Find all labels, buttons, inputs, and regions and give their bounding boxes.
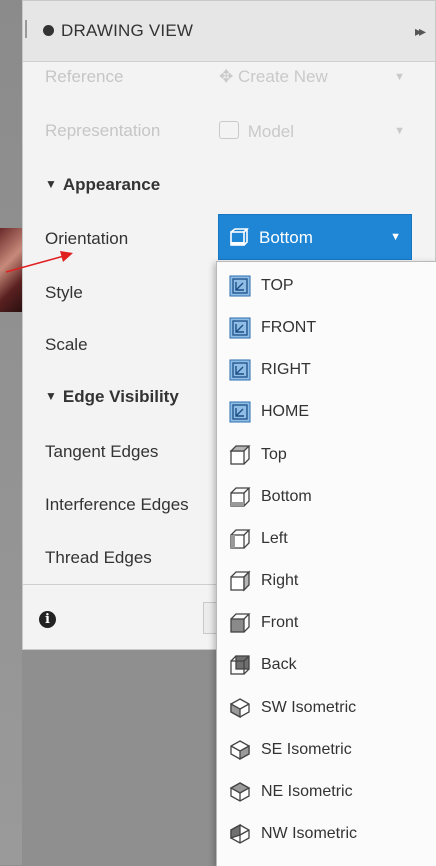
background-thumbnail bbox=[0, 228, 22, 312]
reference-label: Reference bbox=[45, 67, 124, 86]
menu-item-right[interactable]: Right bbox=[217, 561, 436, 601]
menu-item-label: SW Isometric bbox=[261, 699, 357, 716]
named-view-icon bbox=[229, 401, 251, 423]
isometric-icon bbox=[230, 823, 250, 844]
reference-dropdown-caret-icon: ▼ bbox=[394, 71, 405, 83]
isometric-icon bbox=[229, 782, 251, 802]
orientation-dropdown[interactable]: Bottom ▼ bbox=[218, 214, 412, 260]
representation-label: Representation bbox=[45, 121, 161, 140]
menu-item-label: NE Isometric bbox=[261, 783, 353, 800]
menu-item-top-named[interactable]: TOP bbox=[217, 266, 436, 306]
menu-item-right-named[interactable]: RIGHT bbox=[217, 350, 436, 390]
tangent-edges-label: Tangent Edges bbox=[45, 442, 159, 461]
interference-edges-label: Interference Edges bbox=[45, 495, 189, 514]
edge-visibility-section-label: Edge Visibility bbox=[62, 387, 179, 406]
menu-item-home-named[interactable]: HOME bbox=[217, 392, 436, 432]
menu-item-label: HOME bbox=[261, 403, 309, 420]
menu-item-se-isometric[interactable]: SE Isometric bbox=[217, 730, 436, 770]
panel-status-dot-icon bbox=[43, 25, 54, 36]
orientation-label: Orientation bbox=[45, 229, 129, 248]
appearance-section-label: Appearance bbox=[62, 175, 161, 194]
representation-dropdown-caret-icon: ▼ bbox=[394, 125, 405, 137]
menu-item-top[interactable]: Top bbox=[217, 435, 436, 475]
menu-item-label: Back bbox=[261, 656, 297, 673]
representation-model-control: Model bbox=[219, 121, 294, 142]
style-label: Style bbox=[45, 283, 83, 302]
orientation-value: Bottom bbox=[259, 228, 313, 247]
collapse-triangle-icon: ▼ bbox=[45, 177, 57, 191]
menu-item-label: Front bbox=[261, 614, 299, 631]
named-view-icon bbox=[229, 275, 251, 297]
thread-edges-label: Thread Edges bbox=[45, 548, 152, 567]
menu-item-label: SE Isometric bbox=[261, 741, 352, 758]
edge-visibility-section-header[interactable]: ▼ Edge Visibility bbox=[45, 387, 179, 407]
orientation-dropdown-caret-icon: ▼ bbox=[390, 231, 401, 243]
cube-top-icon bbox=[229, 445, 251, 465]
collapse-triangle-icon: ▼ bbox=[45, 389, 57, 403]
expand-panel-icon[interactable]: ▸▸ bbox=[415, 23, 426, 40]
panel-titlebar[interactable]: DRAWING VIEW ▸▸ bbox=[23, 1, 435, 62]
menu-item-label: Right bbox=[261, 572, 299, 589]
menu-item-label: Bottom bbox=[261, 488, 312, 505]
menu-item-back[interactable]: Back bbox=[217, 645, 436, 685]
menu-item-label: RIGHT bbox=[261, 361, 311, 378]
cube-left-icon bbox=[230, 529, 251, 549]
scale-label: Scale bbox=[45, 335, 88, 354]
menu-item-nw-isometric[interactable]: NW Isometric bbox=[217, 814, 436, 854]
info-icon[interactable]: i bbox=[39, 611, 56, 628]
cube-bottom-icon bbox=[230, 487, 251, 507]
reference-value: Create New bbox=[237, 67, 328, 86]
cube-back-icon bbox=[230, 655, 250, 675]
background-left-strip bbox=[0, 0, 22, 865]
model-icon bbox=[219, 121, 239, 139]
menu-item-sw-isometric[interactable]: SW Isometric bbox=[217, 688, 436, 728]
isometric-icon bbox=[230, 740, 250, 761]
cube-bottom-icon bbox=[230, 228, 249, 246]
menu-item-label: Top bbox=[261, 446, 287, 463]
menu-item-label: NW Isometric bbox=[261, 825, 357, 842]
panel-title: DRAWING VIEW bbox=[61, 21, 194, 40]
menu-item-label: Left bbox=[261, 530, 288, 547]
cube-right-icon bbox=[230, 570, 251, 592]
menu-item-label: TOP bbox=[261, 277, 294, 294]
representation-value: Model bbox=[247, 122, 295, 141]
reference-create-new-control: ✥ Create New bbox=[219, 67, 328, 87]
menu-item-label: FRONT bbox=[261, 319, 317, 336]
isometric-icon bbox=[230, 698, 250, 719]
cube-front-icon bbox=[230, 613, 251, 633]
orientation-menu: TOP FRONT RIGHT HOME Top Bottom Left Rig… bbox=[216, 261, 436, 866]
drag-grip-icon[interactable] bbox=[25, 20, 27, 38]
named-view-icon bbox=[229, 317, 251, 339]
menu-item-bottom[interactable]: Bottom bbox=[217, 477, 436, 517]
create-new-icon: ✥ bbox=[219, 67, 234, 86]
appearance-section-header[interactable]: ▼ Appearance bbox=[45, 175, 160, 195]
menu-item-front-named[interactable]: FRONT bbox=[217, 308, 436, 348]
menu-item-front[interactable]: Front bbox=[217, 603, 436, 643]
menu-item-left[interactable]: Left bbox=[217, 519, 436, 559]
named-view-icon bbox=[229, 359, 251, 381]
menu-item-ne-isometric[interactable]: NE Isometric bbox=[217, 772, 436, 812]
